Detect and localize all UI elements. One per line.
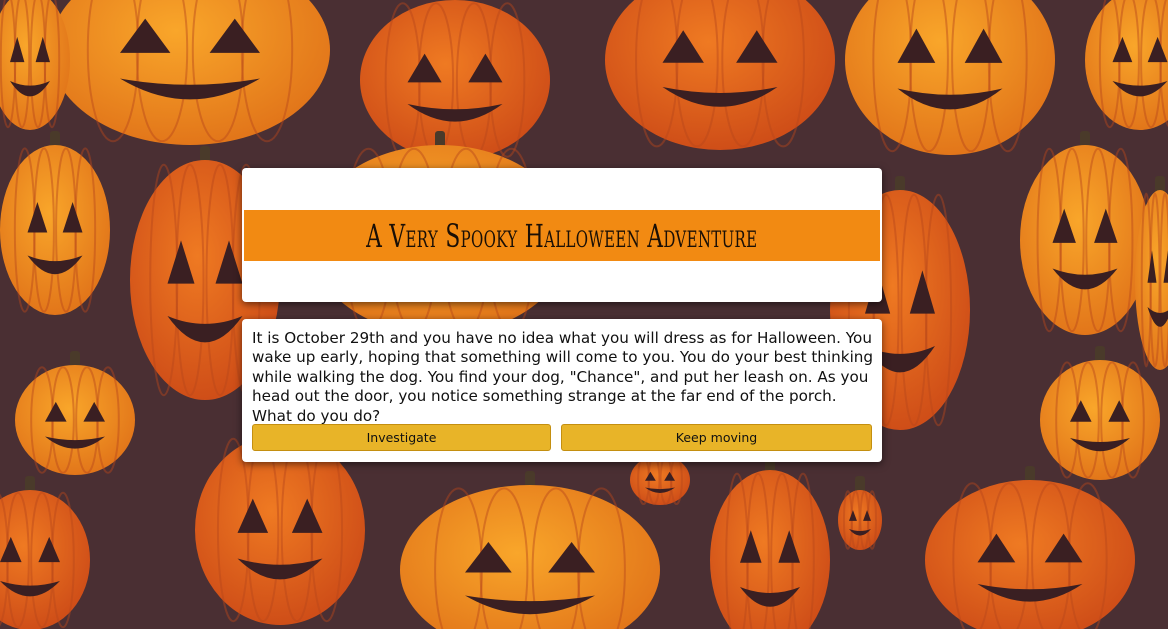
- story-text: It is October 29th and you have no idea …: [252, 329, 874, 425]
- title-card: A Very Spooky Halloween Adventure: [242, 168, 882, 302]
- keep-moving-button[interactable]: Keep moving: [561, 424, 872, 451]
- title-band: A Very Spooky Halloween Adventure: [244, 210, 880, 261]
- pumpkin-icon: [360, 0, 550, 160]
- investigate-button[interactable]: Investigate: [252, 424, 551, 451]
- story-card: It is October 29th and you have no idea …: [242, 319, 882, 462]
- page-title: A Very Spooky Halloween Adventure: [366, 216, 758, 255]
- jack-o-lantern-pattern-background: [0, 0, 1168, 629]
